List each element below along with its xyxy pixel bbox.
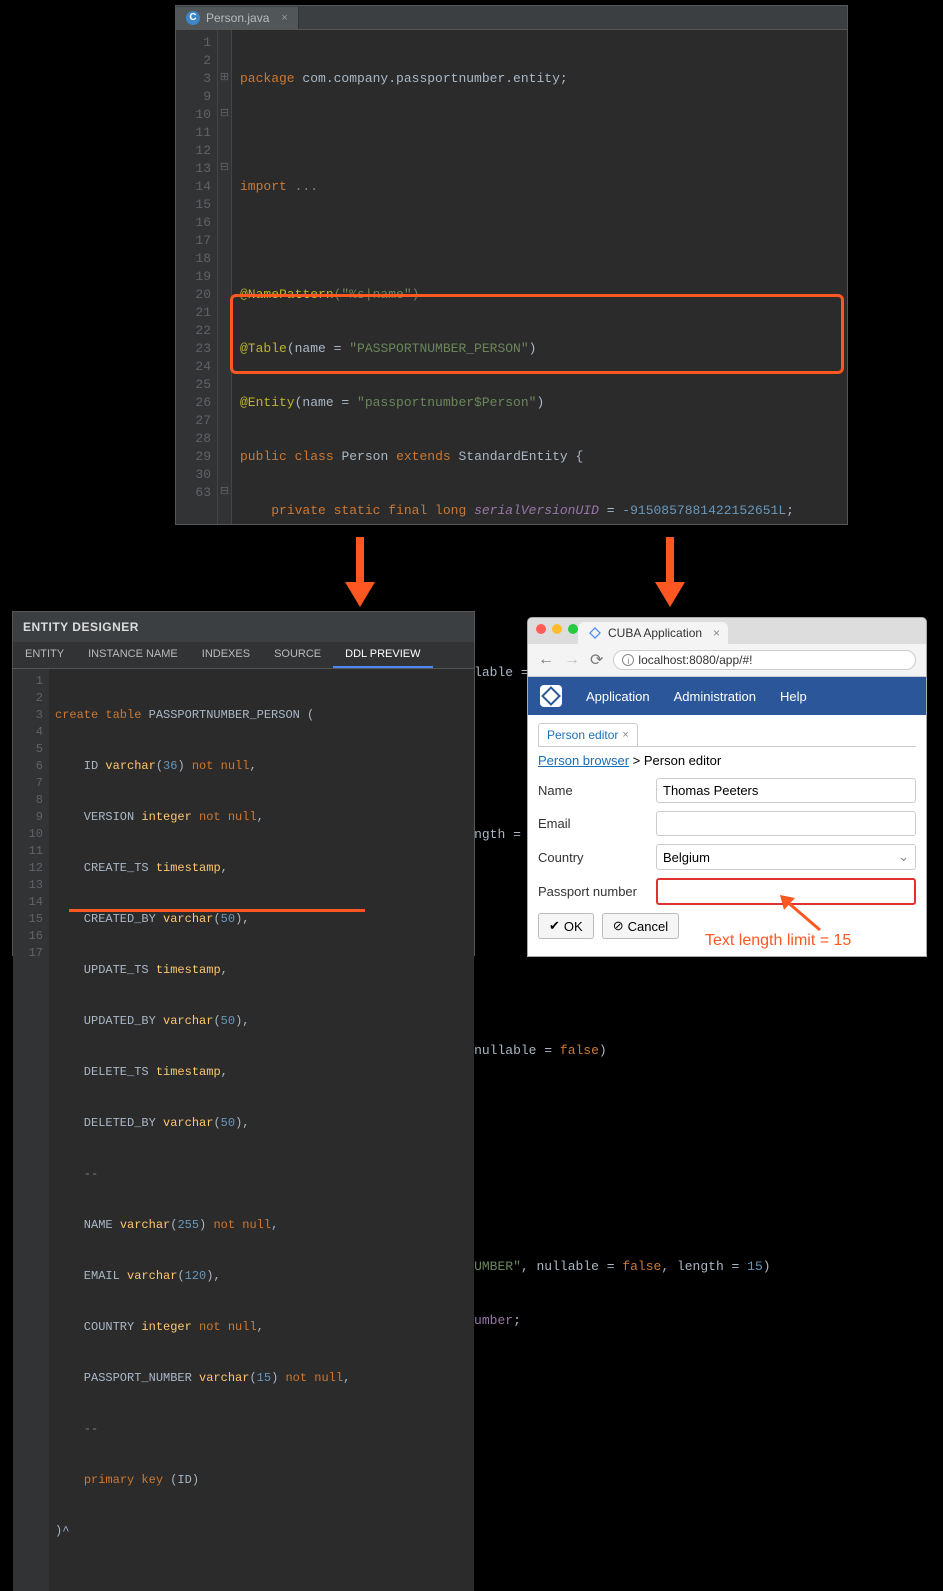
reload-icon[interactable]: ⟳: [590, 650, 603, 670]
back-icon[interactable]: ←: [538, 651, 554, 669]
inner-tab[interactable]: Person editor ×: [538, 723, 638, 746]
email-field[interactable]: [656, 811, 916, 836]
country-value: Belgium: [663, 850, 710, 865]
browser-tab-title: CUBA Application: [608, 626, 702, 640]
label-name: Name: [538, 783, 656, 798]
url-field[interactable]: i localhost:8080/app/#!: [613, 650, 916, 670]
code-editor-panel: C Person.java × 123910111213141516171819…: [175, 5, 848, 525]
label-passport: Passport number: [538, 884, 656, 899]
entity-designer-panel: ENTITY DESIGNER ENTITYINSTANCE NAMEINDEX…: [12, 611, 475, 956]
code-text[interactable]: package com.company.passportnumber.entit…: [232, 30, 847, 524]
browser-tab[interactable]: CUBA Application ×: [578, 622, 728, 644]
breadcrumb-current: Person editor: [644, 753, 721, 768]
url-bar: ← → ⟳ i localhost:8080/app/#!: [528, 644, 926, 677]
file-tab[interactable]: C Person.java ×: [176, 7, 299, 29]
url-text: localhost:8080/app/#!: [638, 653, 752, 667]
app-logo-icon[interactable]: [540, 685, 562, 707]
app-header: Application Administration Help: [528, 677, 926, 715]
line-number-gutter: 1239101112131415161718192021222324252627…: [176, 30, 218, 524]
inner-tab-label: Person editor: [547, 728, 618, 742]
maximize-window-icon[interactable]: [568, 624, 578, 634]
cancel-button[interactable]: ⊘Cancel: [602, 913, 679, 939]
editor-tab-bar: C Person.java ×: [176, 6, 847, 30]
ddl-area[interactable]: 1234567891011121314151617 create table P…: [13, 669, 474, 1591]
file-tab-label: Person.java: [206, 11, 269, 25]
label-email: Email: [538, 816, 656, 831]
name-field[interactable]: [656, 778, 916, 803]
menu-administration[interactable]: Administration: [674, 689, 756, 704]
designer-tab-ddl-preview[interactable]: DDL PREVIEW: [333, 642, 432, 668]
annotation-text: Text length limit = 15: [705, 932, 851, 950]
menu-help[interactable]: Help: [780, 689, 807, 704]
browser-window: CUBA Application × ← → ⟳ i localhost:808…: [527, 617, 927, 957]
close-tab-icon[interactable]: ×: [713, 626, 720, 640]
breadcrumb: Person browser > Person editor: [538, 746, 916, 778]
ddl-code[interactable]: create table PASSPORTNUMBER_PERSON ( ID …: [49, 669, 474, 1591]
cancel-icon: ⊘: [613, 918, 624, 934]
designer-tab-indexes[interactable]: INDEXES: [190, 642, 262, 668]
cuba-favicon: [589, 627, 601, 639]
minimize-window-icon[interactable]: [552, 624, 562, 634]
close-window-icon[interactable]: [536, 624, 546, 634]
forward-icon[interactable]: →: [564, 651, 580, 669]
site-info-icon[interactable]: i: [622, 654, 634, 666]
chevron-down-icon: ⌄: [898, 849, 909, 865]
check-icon: ✔: [549, 918, 560, 934]
highlight-underline: [69, 909, 365, 912]
label-country: Country: [538, 850, 656, 865]
fold-column: ⊞⊟⊟⊟: [218, 30, 232, 524]
designer-title: ENTITY DESIGNER: [13, 612, 474, 642]
menu-application[interactable]: Application: [586, 689, 650, 704]
ok-button[interactable]: ✔OK: [538, 913, 594, 939]
app-body: Person editor × Person browser > Person …: [528, 715, 926, 947]
designer-tab-source[interactable]: SOURCE: [262, 642, 333, 668]
designer-tabs: ENTITYINSTANCE NAMEINDEXESSOURCEDDL PREV…: [13, 642, 474, 669]
country-select[interactable]: Belgium ⌄: [656, 844, 916, 870]
class-icon: C: [186, 11, 200, 25]
ddl-gutter: 1234567891011121314151617: [13, 669, 49, 1591]
breadcrumb-link[interactable]: Person browser: [538, 753, 629, 768]
designer-tab-entity[interactable]: ENTITY: [13, 642, 76, 668]
close-inner-tab-icon[interactable]: ×: [622, 729, 628, 741]
arrow-left-icon: [330, 532, 390, 612]
designer-tab-instance-name[interactable]: INSTANCE NAME: [76, 642, 190, 668]
close-tab-icon[interactable]: ×: [281, 12, 287, 24]
arrow-right-icon: [640, 532, 700, 612]
code-area[interactable]: 1239101112131415161718192021222324252627…: [176, 30, 847, 524]
